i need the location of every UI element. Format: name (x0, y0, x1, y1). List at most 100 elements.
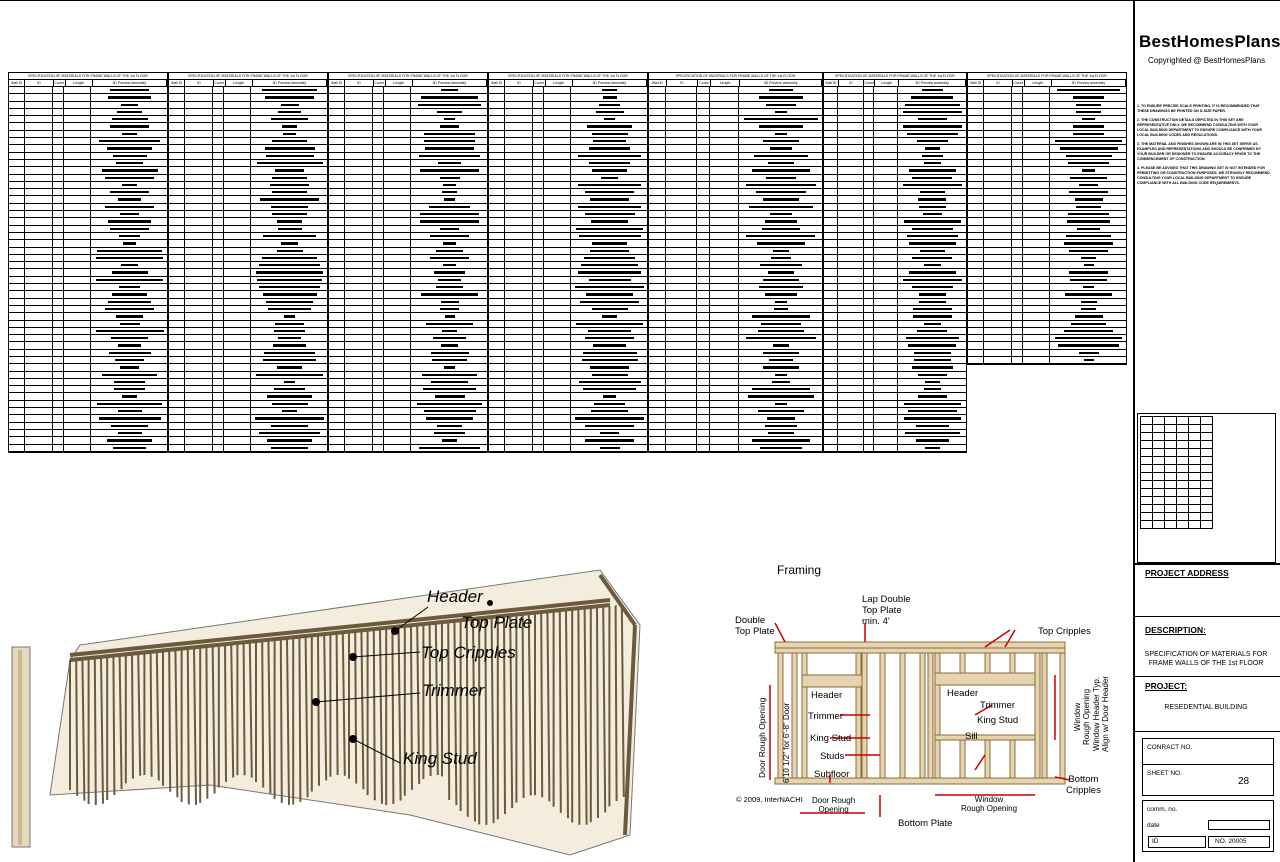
stud (279, 638, 283, 803)
table-row (968, 87, 1126, 95)
table-row (329, 211, 487, 219)
table-row (968, 101, 1126, 109)
table-row (489, 101, 647, 109)
assembly-preview (440, 227, 459, 230)
table-row (489, 320, 647, 328)
assembly-preview (909, 271, 956, 274)
assembly-preview (419, 154, 481, 157)
assembly-preview (584, 439, 635, 442)
assembly-preview (111, 271, 148, 274)
assembly-preview (259, 286, 320, 289)
assembly-preview (97, 402, 162, 406)
assembly-preview (104, 205, 155, 209)
table-row (9, 87, 167, 95)
assembly-preview (1070, 322, 1107, 325)
table-row (824, 298, 966, 306)
table-caption: SPECIFICATION OF MATERIALS FOR FRAME WAL… (169, 73, 327, 80)
spec-table-7: SPECIFICATION OF MATERIALS FOR FRAME WAL… (967, 72, 1127, 366)
table-row (824, 189, 966, 197)
table-row (649, 152, 822, 160)
table-row (649, 218, 822, 226)
table-row (489, 429, 647, 438)
assembly-preview (912, 315, 952, 318)
assembly-preview (434, 431, 466, 435)
table-row (169, 101, 327, 109)
assembly-preview (117, 198, 142, 201)
assembly-preview (911, 366, 954, 369)
table-row (968, 94, 1126, 102)
table-row (649, 123, 822, 131)
table-row (329, 444, 487, 452)
label-door-size: 6'10 1/2" for 6'-8" Door (782, 702, 791, 783)
assembly-preview (1059, 147, 1118, 150)
table-row (169, 429, 327, 438)
assembly-preview (908, 169, 956, 172)
table-caption: SPECIFICATION OF MATERIALS FOR FRAME WAL… (824, 73, 966, 80)
table-row (489, 284, 647, 292)
table-row (169, 364, 327, 372)
assembly-preview (421, 96, 478, 99)
table-row (649, 429, 822, 438)
table-row (169, 444, 327, 452)
assembly-preview (585, 337, 634, 340)
assembly-preview (602, 96, 617, 99)
assembly-preview (437, 278, 462, 282)
assembly-preview (903, 417, 962, 420)
assembly-preview (902, 278, 963, 282)
table-row (824, 145, 966, 153)
table-row (968, 262, 1126, 270)
table-header: Count (374, 80, 386, 86)
stud (934, 652, 941, 779)
divider (1142, 764, 1274, 765)
assembly-preview (122, 132, 137, 136)
assembly-preview (262, 89, 317, 92)
table-row (824, 378, 966, 387)
assembly-preview (762, 227, 800, 230)
assembly-preview (925, 147, 940, 150)
assembly-preview (117, 344, 142, 347)
table-row (9, 203, 167, 212)
spec-table-6: SPECIFICATION OF MATERIALS FOR FRAME WAL… (823, 72, 967, 453)
assembly-preview (262, 256, 318, 260)
assembly-preview (123, 242, 137, 245)
table-row (824, 225, 966, 233)
table-row (169, 218, 327, 226)
table-header: 3D Preview assembly (1052, 80, 1126, 86)
table-header: Wall ID (824, 80, 839, 86)
assembly-preview (751, 315, 811, 318)
table-row (489, 276, 647, 285)
table-row (329, 356, 487, 365)
assembly-preview (117, 431, 142, 435)
table-row (968, 167, 1126, 175)
assembly-preview (256, 161, 323, 165)
assembly-preview (96, 256, 164, 260)
assembly-preview (107, 147, 152, 150)
table-row (489, 152, 647, 160)
assembly-preview (772, 344, 790, 347)
assembly-preview (284, 380, 295, 384)
assembly-preview (580, 300, 639, 303)
table-row (968, 138, 1126, 146)
assembly-preview (765, 103, 797, 106)
table-row (824, 159, 966, 168)
table-row (824, 87, 966, 95)
table-row (9, 145, 167, 153)
table-row (169, 138, 327, 146)
table-row (489, 393, 647, 401)
assembly-preview (1057, 344, 1120, 347)
assembly-preview (96, 249, 163, 252)
table-row (489, 123, 647, 131)
table-row (169, 254, 327, 263)
assembly-preview (119, 213, 140, 216)
table-row (169, 386, 327, 394)
table-row (329, 87, 487, 95)
table-row (649, 386, 822, 394)
spec-table-4: SPECIFICATION OF MATERIALS FOR FRAME WAL… (488, 72, 648, 453)
assembly-preview (774, 307, 788, 311)
assembly-preview (106, 439, 153, 442)
assembly-preview (436, 424, 463, 427)
table-row (329, 415, 487, 423)
table-header: 3D Preview assembly (740, 80, 822, 86)
assembly-preview (108, 220, 152, 223)
table-row (9, 386, 167, 394)
